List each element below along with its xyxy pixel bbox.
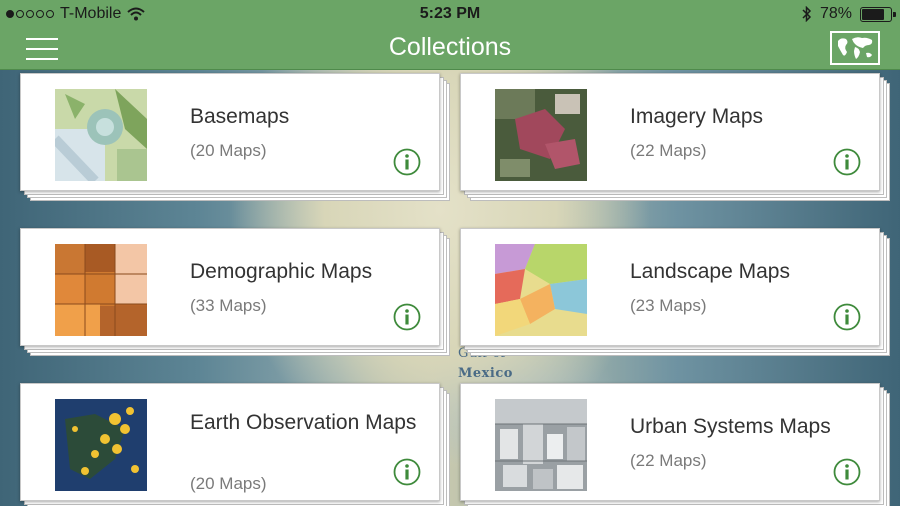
collection-map-count: (22 Maps) — [630, 141, 707, 160]
battery-fill — [862, 8, 884, 20]
demographic-thumbnail — [55, 244, 147, 336]
collection-card-basemaps: Basemaps (20 Maps) — [20, 73, 450, 201]
collection-map-count: (23 Maps) — [630, 296, 707, 315]
collection-card-earth-observation: Earth Observation Maps (20 Maps) — [20, 383, 450, 506]
collection-card[interactable]: Earth Observation Maps (20 Maps) — [20, 383, 440, 501]
earth-observation-thumbnail — [55, 399, 147, 491]
collection-title: Landscape Maps — [630, 260, 790, 283]
info-icon[interactable] — [393, 303, 421, 331]
world-map-icon[interactable] — [830, 31, 880, 65]
status-bar: T-Mobile 5:23 PM 78% — [0, 0, 900, 28]
collection-map-count: (33 Maps) — [190, 296, 267, 315]
info-icon[interactable] — [393, 458, 421, 486]
navigation-bar: Collections — [0, 28, 900, 70]
info-icon[interactable] — [833, 303, 861, 331]
urban-systems-thumbnail — [495, 399, 587, 491]
collection-card-urban-systems: Urban Systems Maps (22 Maps) — [460, 383, 890, 506]
map-label-mexico: Mexico — [458, 366, 513, 381]
collection-title: Imagery Maps — [630, 105, 764, 128]
page-title: Collections — [388, 33, 512, 61]
info-icon[interactable] — [833, 458, 861, 486]
collection-card-landscape: Landscape Maps (23 Maps) — [460, 228, 890, 356]
collection-card[interactable]: Demographic Maps (33 Maps) — [20, 228, 440, 346]
collection-card-demographic: Demographic Maps (33 Maps) — [20, 228, 450, 356]
collection-map-count: (20 Maps) — [190, 141, 267, 160]
landscape-thumbnail — [495, 244, 587, 336]
collection-title: Earth Observation Maps — [190, 411, 417, 434]
info-icon[interactable] — [833, 148, 861, 176]
collection-card[interactable]: Landscape Maps (23 Maps) — [460, 228, 880, 346]
basemap-thumbnail — [55, 89, 147, 181]
collection-card[interactable]: Imagery Maps (22 Maps) — [460, 73, 880, 191]
info-icon[interactable] — [393, 148, 421, 176]
battery-percent: 78% — [819, 5, 852, 22]
bluetooth-icon — [802, 6, 812, 22]
battery-icon — [860, 6, 896, 22]
collection-map-count: (20 Maps) — [190, 474, 267, 493]
imagery-thumbnail — [495, 89, 587, 181]
collection-map-count: (22 Maps) — [630, 451, 707, 470]
collection-card-imagery: Imagery Maps (22 Maps) — [460, 73, 890, 201]
status-time: 5:23 PM — [419, 5, 481, 22]
collection-card[interactable]: Urban Systems Maps (22 Maps) — [460, 383, 880, 501]
collection-title: Demographic Maps — [190, 260, 373, 283]
collection-title: Basemaps — [190, 105, 290, 128]
collection-card[interactable]: Basemaps (20 Maps) — [20, 73, 440, 191]
collection-title: Urban Systems Maps — [630, 415, 831, 438]
